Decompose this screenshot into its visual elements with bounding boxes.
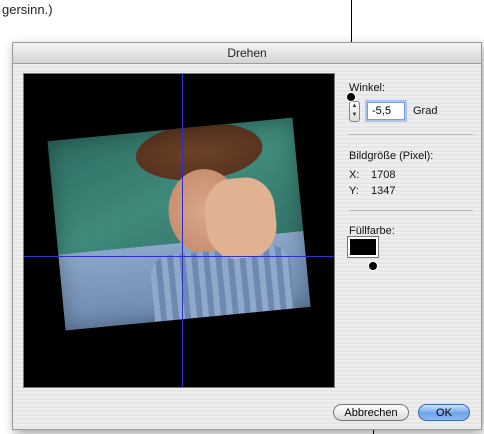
caption-text: gersinn.) [2, 2, 53, 17]
dialog-body: Winkel: ▲ ▼ -5,5 Grad Bildgröße (Pixel):… [13, 64, 481, 429]
stepper-up-icon[interactable]: ▲ [350, 102, 359, 111]
stepper-down-icon[interactable]: ▼ [350, 111, 359, 120]
separator-2 [349, 210, 473, 211]
fill-color-label: Füllfarbe: [349, 225, 395, 237]
separator-1 [349, 134, 473, 135]
size-x-label: X: [349, 169, 360, 181]
angle-stepper[interactable]: ▲ ▼ [349, 101, 360, 122]
angle-label: Winkel: [349, 82, 386, 94]
callout-dot-angle [346, 92, 356, 102]
fill-color-swatch[interactable] [347, 236, 379, 258]
vertical-guide [182, 74, 183, 387]
horizontal-guide [24, 256, 334, 257]
photo-hand [202, 174, 280, 262]
size-y-label: Y: [349, 185, 359, 197]
callout-dot-fill [368, 261, 378, 271]
dialog-title: Drehen [13, 43, 481, 64]
cancel-button[interactable]: Abbrechen [333, 404, 409, 421]
image-size-label: Bildgröße (Pixel): [349, 150, 434, 162]
rotation-preview[interactable] [23, 73, 335, 388]
rotate-dialog: Drehen Winkel: ▲ ▼ -5,5 Grad Bildgröße (… [12, 42, 482, 430]
angle-unit: Grad [413, 105, 438, 117]
size-x-value: 1708 [371, 169, 396, 181]
ok-button[interactable]: OK [418, 404, 470, 421]
preview-photo [47, 117, 311, 331]
angle-input[interactable]: -5,5 [367, 102, 405, 120]
size-y-value: 1347 [371, 185, 396, 197]
